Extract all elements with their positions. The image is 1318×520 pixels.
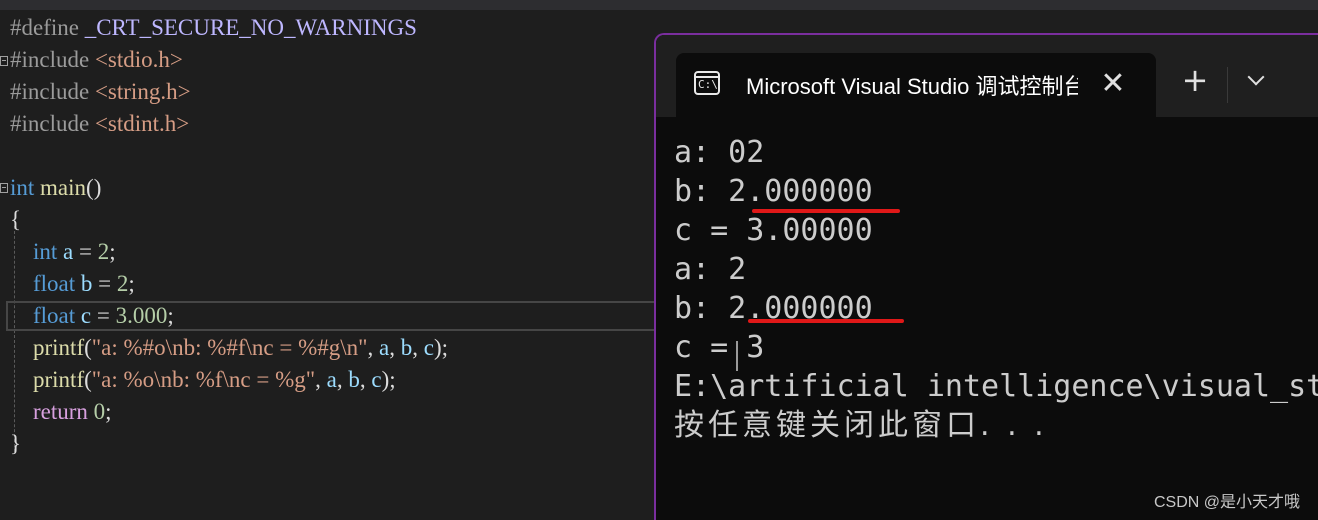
line-printf-1[interactable]: printf("a: %#o\nb: %#f\nc = %#g\n", a, b… — [10, 332, 448, 364]
code-token: #include — [10, 79, 95, 104]
output-line: b: 2.000000 — [674, 174, 873, 209]
new-tab-button[interactable]: + — [1180, 64, 1210, 96]
code-token: float — [10, 303, 81, 328]
output-line: E:\artificial intelligence\visual_studio… — [674, 369, 1318, 404]
code-token: 2 — [116, 271, 129, 296]
code-token: #include — [10, 47, 95, 72]
code-token: <stdio.h> — [94, 47, 183, 72]
code-token: int — [10, 239, 64, 264]
line-include-stdint[interactable]: #include <stdint.h> — [10, 108, 189, 140]
line-open-brace[interactable]: { — [10, 204, 21, 236]
code-token: "a: %#o\nb: %#f\nc = %#g\n" — [91, 335, 368, 360]
line-printf-2[interactable]: printf("a: %o\nb: %f\nc = %g", a, b, c); — [10, 364, 396, 396]
line-return[interactable]: return 0; — [10, 396, 112, 428]
code-token: printf — [10, 367, 85, 392]
line-define[interactable]: #define _CRT_SECURE_NO_WARNINGS — [10, 12, 417, 44]
code-token: ; — [167, 303, 174, 328]
code-token: a — [379, 335, 390, 360]
code-token: ); — [381, 367, 396, 392]
red-underline-annotation — [748, 319, 904, 323]
code-token: ; — [105, 399, 112, 424]
code-token: c — [371, 367, 382, 392]
code-token: printf — [10, 335, 85, 360]
code-token: ; — [109, 239, 116, 264]
terminal-tab[interactable]: C:\ Microsoft Visual Studio 调试控制台 ✕ — [676, 53, 1156, 117]
fold-collapse-icon[interactable] — [0, 56, 8, 66]
code-token: a — [63, 239, 74, 264]
code-token: , — [336, 367, 349, 392]
code-token: { — [10, 207, 22, 232]
terminal-tab-bar: C:\ Microsoft Visual Studio 调试控制台 ✕ + — [656, 35, 1318, 117]
code-token: , — [367, 335, 380, 360]
code-token: ; — [128, 271, 135, 296]
line-main-signature[interactable]: int main() — [10, 172, 101, 204]
line-include-stdio[interactable]: #include <stdio.h> — [10, 44, 183, 76]
code-token: c — [80, 303, 92, 328]
code-token: = — [92, 271, 117, 296]
code-token: = — [91, 303, 116, 328]
line-int-a[interactable]: int a = 2; — [10, 236, 116, 268]
code-token: #define — [10, 15, 85, 40]
code-token: <stdint.h> — [94, 111, 190, 136]
code-token: } — [10, 431, 22, 456]
code-token: 3.000 — [115, 303, 168, 328]
line-float-c[interactable]: float c = 3.000; — [10, 300, 174, 332]
output-line: a: 2 — [674, 252, 747, 287]
tab-title: Microsoft Visual Studio 调试控制台 — [746, 74, 1078, 99]
line-float-b[interactable]: float b = 2; — [10, 268, 135, 300]
console-icon-glyph: C:\ — [698, 78, 718, 91]
line-include-string[interactable]: #include <string.h> — [10, 76, 191, 108]
watermark: CSDN @是小天才哦 — [1153, 494, 1300, 511]
code-token: () — [86, 175, 102, 200]
chevron-down-icon[interactable] — [1242, 65, 1272, 95]
code-token: b — [400, 335, 413, 360]
code-token: , — [412, 335, 424, 360]
code-token: return — [10, 399, 94, 424]
editor-top-strip — [0, 0, 1318, 10]
code-token: , — [315, 367, 327, 392]
code-token: , — [389, 335, 401, 360]
tab-divider — [1227, 67, 1228, 103]
code-token: _CRT_SECURE_NO_WARNINGS — [84, 15, 417, 40]
code-token: b — [80, 271, 93, 296]
line-close-brace[interactable]: } — [10, 428, 21, 460]
code-token: int — [10, 175, 41, 200]
console-icon: C:\ — [694, 71, 720, 95]
red-underline-annotation — [752, 209, 900, 213]
code-token: a — [326, 367, 337, 392]
code-token: ( — [84, 367, 92, 392]
code-token: = — [73, 239, 98, 264]
debug-console-window[interactable]: C:\ Microsoft Visual Studio 调试控制台 ✕ + a:… — [654, 33, 1318, 520]
close-tab-icon[interactable]: ✕ — [1098, 69, 1128, 99]
code-token: c — [423, 335, 434, 360]
output-line: 按任意键关闭此窗口. . . — [674, 408, 1048, 443]
code-token: 0 — [93, 399, 106, 424]
output-line: c = 3.00000 — [674, 213, 873, 248]
output-line: c = 3 — [674, 330, 765, 365]
code-token: ( — [84, 335, 92, 360]
code-token: #include — [10, 111, 95, 136]
code-token: main — [40, 175, 87, 200]
code-token: , — [359, 367, 372, 392]
code-token: 2 — [97, 239, 110, 264]
code-token: "a: %o\nb: %f\nc = %g" — [91, 367, 316, 392]
code-editor[interactable]: #define _CRT_SECURE_NO_WARNINGS #include … — [0, 0, 1318, 520]
code-token: <string.h> — [94, 79, 191, 104]
output-line: a: 02 — [674, 135, 765, 170]
code-token: b — [348, 367, 360, 392]
code-token: ); — [433, 335, 449, 360]
code-token: float — [10, 271, 81, 296]
fold-collapse-icon[interactable] — [0, 183, 8, 193]
text-cursor — [736, 341, 738, 371]
